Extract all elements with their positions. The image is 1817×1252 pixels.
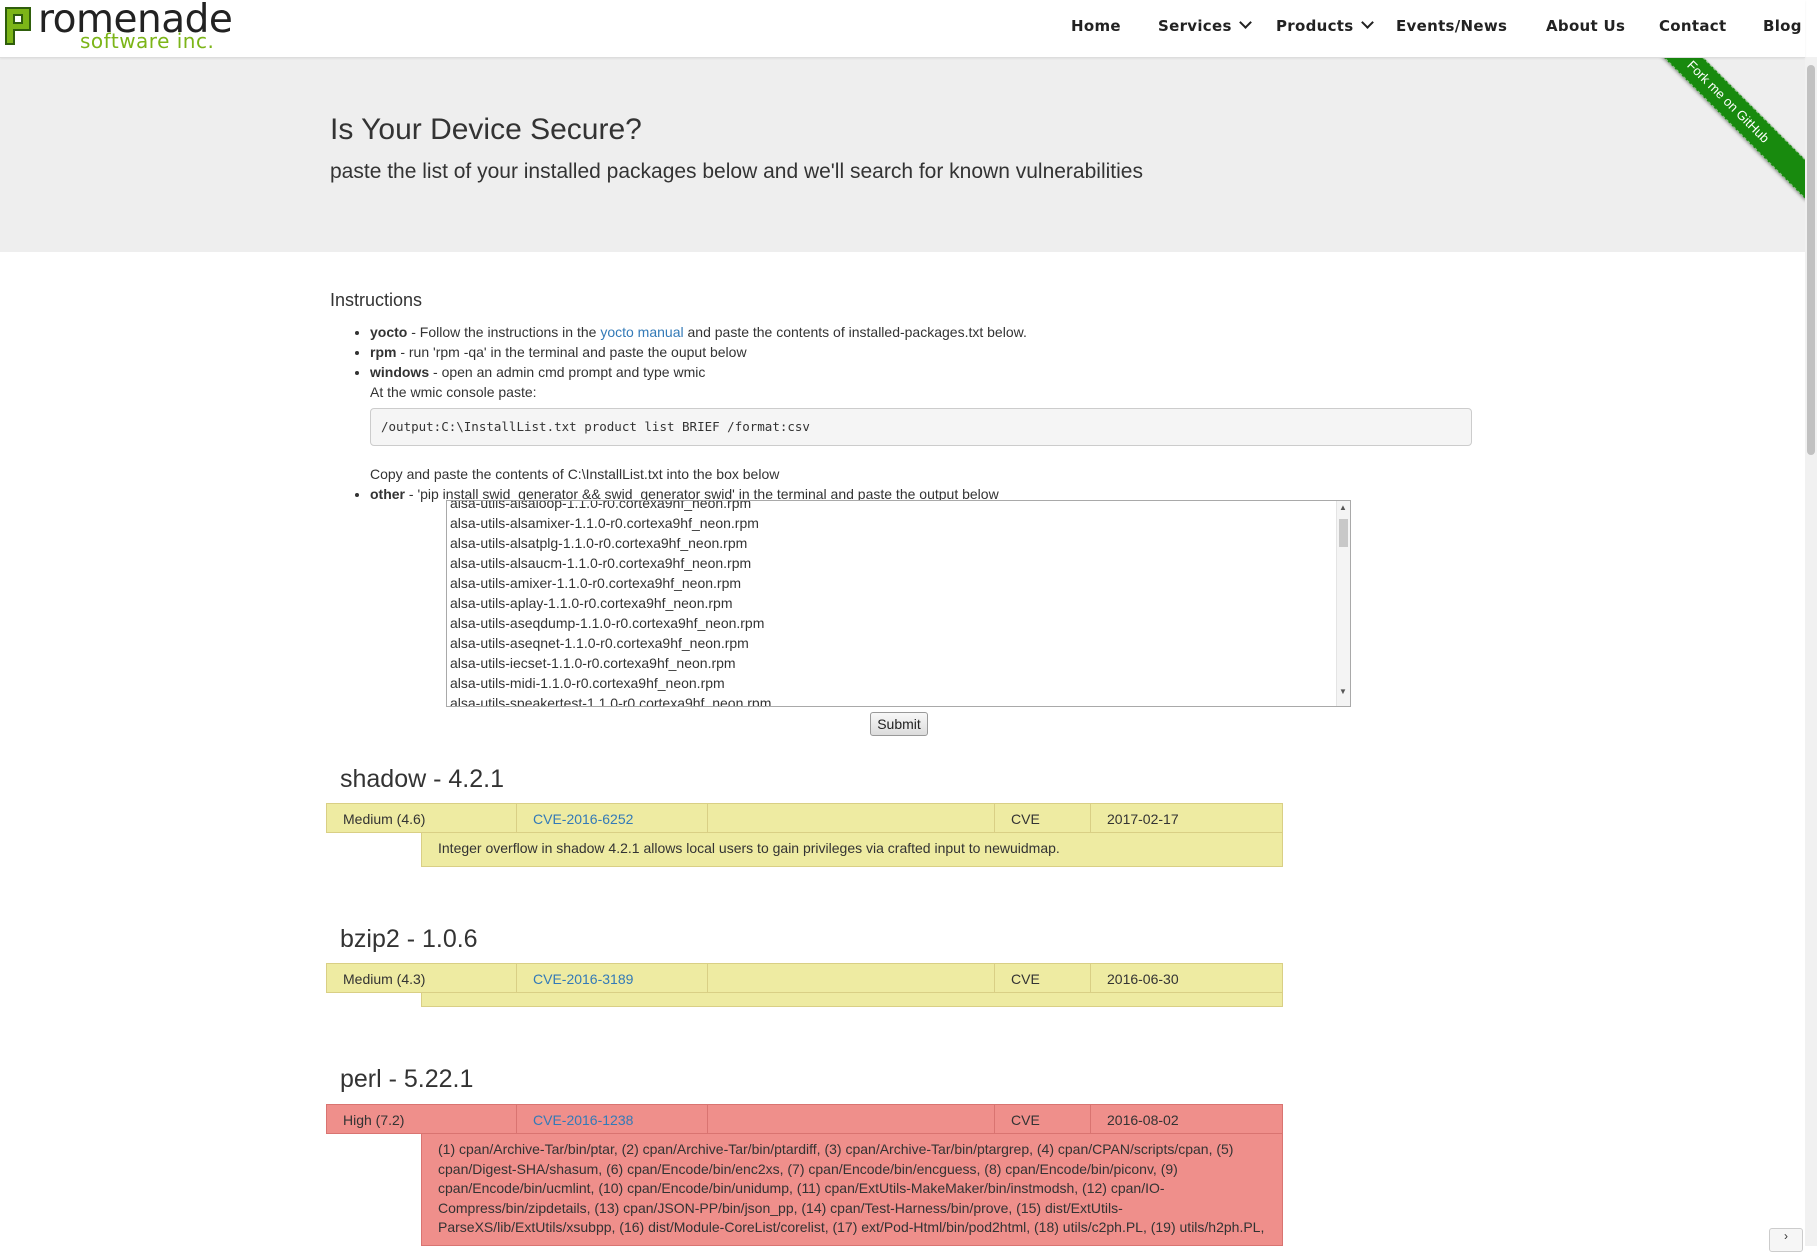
package-line: alsa-utils-alsaloop-1.1.0-r0.cortexa9hf_…: [450, 500, 752, 511]
nav-about-us[interactable]: About Us: [1546, 17, 1625, 35]
nav-products-label: Products: [1276, 17, 1354, 35]
nav-products[interactable]: Products: [1276, 16, 1374, 35]
copy-instructions: Copy and paste the contents of C:\Instal…: [370, 466, 780, 482]
wmic-command-block: /output:C:\InstallList.txt product list …: [370, 408, 1472, 446]
blank-cell: [708, 1104, 995, 1134]
yocto-label: yocto: [370, 324, 408, 340]
vulnerability-row: Medium (4.6) CVE-2016-6252 CVE 2017-02-1…: [326, 803, 1283, 833]
nav-services-label: Services: [1158, 17, 1232, 35]
package-line: alsa-utils-midi-1.1.0-r0.cortexa9hf_neon…: [450, 675, 725, 691]
cve-cell: CVE-2016-6252: [517, 803, 708, 833]
scroll-down-arrow-icon[interactable]: ▼: [1339, 687, 1347, 696]
nav-contact[interactable]: Contact: [1659, 17, 1726, 35]
page-title: Is Your Device Secure?: [330, 113, 642, 146]
package-line: alsa-utils-iecset-1.1.0-r0.cortexa9hf_ne…: [450, 655, 736, 671]
cve-link[interactable]: CVE-2016-1238: [533, 1112, 633, 1128]
yocto-text-post: and paste the contents of installed-pack…: [683, 324, 1027, 340]
package-lines: alsa-utils-alsaloop-1.1.0-r0.cortexa9hf_…: [450, 500, 772, 707]
severity-cell: Medium (4.3): [326, 963, 517, 993]
github-ribbon[interactable]: Fork me on GitHub: [1629, 58, 1805, 201]
vulnerability-description: Integer overflow in shadow 4.2.1 allows …: [421, 833, 1283, 867]
page-subtitle: paste the list of your installed package…: [330, 160, 1143, 183]
type-cell: CVE: [995, 803, 1091, 833]
blank-cell: [708, 803, 995, 833]
date-cell: 2016-06-30: [1091, 963, 1283, 993]
package-line: alsa-utils-aplay-1.1.0-r0.cortexa9hf_neo…: [450, 595, 733, 611]
yocto-text: - Follow the instructions in the: [407, 324, 601, 340]
scroll-corner-arrow-icon[interactable]: ›: [1769, 1228, 1803, 1252]
date-cell: 2016-08-02: [1091, 1104, 1283, 1134]
cve-link[interactable]: CVE-2016-3189: [533, 971, 633, 987]
rpm-label: rpm: [370, 344, 397, 360]
logo-subtitle: software inc.: [80, 29, 215, 53]
severity-cell: High (7.2): [326, 1104, 517, 1134]
nav-services[interactable]: Services: [1158, 16, 1252, 35]
instruction-rpm: rpm - run 'rpm -qa' in the terminal and …: [370, 342, 1500, 362]
package-line: alsa-utils-alsaucm-1.1.0-r0.cortexa9hf_n…: [450, 555, 752, 571]
page-scrollbar[interactable]: [1805, 57, 1817, 1246]
textarea-scrollbar-thumb[interactable]: [1339, 519, 1348, 547]
logo-p-icon: [5, 7, 31, 45]
instruction-yocto: yocto - Follow the instructions in the y…: [370, 322, 1500, 342]
chevron-down-icon: [1360, 16, 1374, 29]
vulnerability-row: Medium (4.3) CVE-2016-3189 CVE 2016-06-3…: [326, 963, 1283, 993]
type-cell: CVE: [995, 1104, 1091, 1134]
instructions-title: Instructions: [330, 290, 423, 310]
nav-events-news[interactable]: Events/News: [1396, 17, 1507, 35]
package-line: alsa-utils-aseqdump-1.1.0-r0.cortexa9hf_…: [450, 615, 765, 631]
nav-blog[interactable]: Blog: [1763, 17, 1802, 35]
cve-cell: CVE-2016-1238: [517, 1104, 708, 1134]
package-line: alsa-utils-amixer-1.1.0-r0.cortexa9hf_ne…: [450, 575, 742, 591]
site-header: romenade software inc. Home Services Pro…: [0, 0, 1805, 58]
package-list-textarea[interactable]: alsa-utils-alsaloop-1.1.0-r0.cortexa9hf_…: [446, 500, 1351, 707]
logo[interactable]: romenade software inc.: [2, 0, 233, 53]
windows-label: windows: [370, 364, 430, 380]
page-scrollbar-thumb[interactable]: [1807, 65, 1815, 455]
vulnerability-row: High (7.2) CVE-2016-1238 CVE 2016-08-02: [326, 1104, 1283, 1134]
textarea-scrollbar[interactable]: ▲ ▼: [1336, 501, 1350, 706]
blank-cell: [708, 963, 995, 993]
windows-text: - open an admin cmd prompt and type wmic: [429, 364, 706, 380]
instruction-windows: windows - open an admin cmd prompt and t…: [370, 362, 1500, 484]
chevron-down-icon: [1238, 16, 1252, 29]
package-line: alsa-utils-alsatplg-1.1.0-r0.cortexa9hf_…: [450, 535, 748, 551]
hero-banner: Is Your Device Secure? paste the list of…: [0, 58, 1805, 252]
nav-home[interactable]: Home: [1071, 17, 1121, 35]
package-line: alsa-utils-aseqnet-1.1.0-r0.cortexa9hf_n…: [450, 635, 749, 651]
result-package-title: shadow - 4.2.1: [340, 765, 504, 793]
other-label: other: [370, 486, 405, 502]
package-line: alsa-utils-speakertest-1.1.0-r0.cortexa9…: [450, 695, 772, 707]
date-cell: 2017-02-17: [1091, 803, 1283, 833]
instructions-list: yocto - Follow the instructions in the y…: [350, 322, 1500, 504]
cve-link[interactable]: CVE-2016-6252: [533, 811, 633, 827]
result-package-title: perl - 5.22.1: [340, 1065, 474, 1093]
severity-cell: Medium (4.6): [326, 803, 517, 833]
vulnerability-description: [421, 993, 1283, 1007]
wmic-prompt: At the wmic console paste:: [370, 384, 537, 400]
rpm-text: - run 'rpm -qa' in the terminal and past…: [396, 344, 747, 360]
submit-button[interactable]: Submit: [870, 712, 928, 736]
yocto-manual-link[interactable]: yocto manual: [600, 324, 683, 340]
scroll-up-arrow-icon[interactable]: ▲: [1339, 503, 1347, 512]
vulnerability-description: (1) cpan/Archive-Tar/bin/ptar, (2) cpan/…: [421, 1134, 1283, 1246]
result-package-title: bzip2 - 1.0.6: [340, 925, 478, 953]
cve-cell: CVE-2016-3189: [517, 963, 708, 993]
type-cell: CVE: [995, 963, 1091, 993]
package-line: alsa-utils-alsamixer-1.1.0-r0.cortexa9hf…: [450, 515, 759, 531]
